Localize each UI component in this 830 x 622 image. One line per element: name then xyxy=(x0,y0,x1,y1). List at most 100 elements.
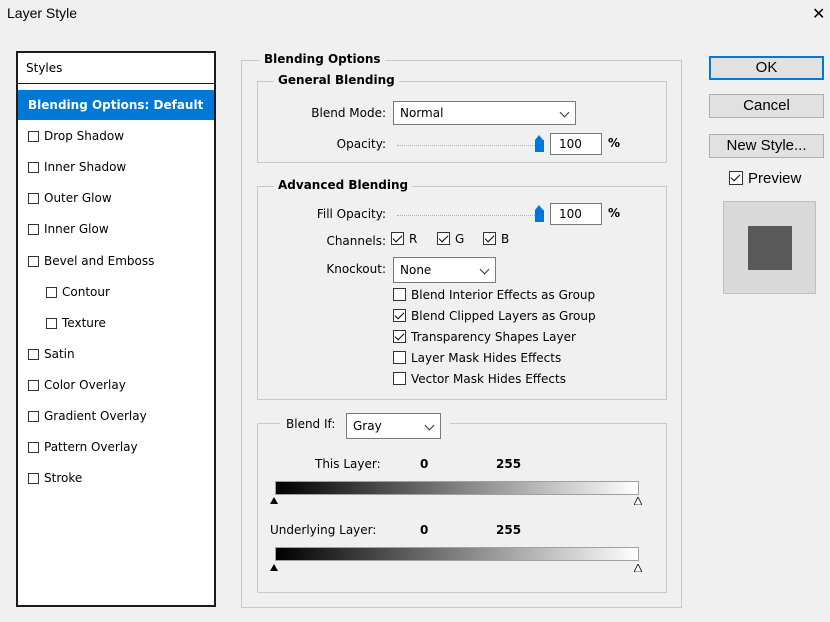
underlying-layer-black-thumb[interactable] xyxy=(270,564,278,571)
blending-options-title: Blending Options xyxy=(260,52,385,66)
style-item-satin[interactable]: Satin xyxy=(18,339,214,369)
this-layer-white-thumb[interactable] xyxy=(634,497,642,505)
style-item-blending-options-default[interactable]: Blending Options: Default xyxy=(18,90,214,120)
this-layer-black-thumb[interactable] xyxy=(270,497,278,504)
knockout-label: Knockout: xyxy=(326,262,386,276)
preview-checkbox[interactable]: Preview xyxy=(729,170,801,187)
fill-opacity-slider-track[interactable] xyxy=(397,215,543,216)
style-item-label: Inner Glow xyxy=(44,222,109,237)
style-item-bevel-and-emboss[interactable]: Bevel and Emboss xyxy=(18,246,214,276)
blend-mode-value: Normal xyxy=(400,106,444,120)
underlying-layer-gradient xyxy=(275,547,639,561)
option-layer-mask-hides-effects[interactable]: Layer Mask Hides Effects xyxy=(393,351,561,365)
style-item-label: Color Overlay xyxy=(44,377,126,392)
checkbox-icon[interactable] xyxy=(28,473,39,485)
advanced-blending-title: Advanced Blending xyxy=(274,178,413,192)
checkbox-icon[interactable] xyxy=(28,255,39,267)
blend-if-label: Blend If: xyxy=(286,417,336,431)
checkbox-icon[interactable] xyxy=(28,224,39,236)
this-layer-min: 0 xyxy=(420,457,429,471)
opacity-slider-track[interactable] xyxy=(397,145,543,146)
chevron-down-icon xyxy=(424,420,435,431)
fill-opacity-slider-thumb[interactable] xyxy=(535,205,544,222)
option-blend-interior-effects-as-group[interactable]: Blend Interior Effects as Group xyxy=(393,288,595,302)
new-style-button[interactable]: New Style... xyxy=(709,134,824,158)
style-item-color-overlay[interactable]: Color Overlay xyxy=(18,370,214,400)
option-blend-clipped-layers-as-group[interactable]: Blend Clipped Layers as Group xyxy=(393,309,596,323)
checkbox-icon xyxy=(393,351,406,364)
style-item-contour[interactable]: Contour xyxy=(18,277,214,307)
style-item-stroke[interactable]: Stroke xyxy=(18,463,214,493)
blend-if-group xyxy=(257,423,667,593)
ok-button[interactable]: OK xyxy=(709,56,824,80)
dialog-title: Layer Style xyxy=(7,5,78,21)
blend-if-select[interactable]: Gray xyxy=(346,413,441,439)
channel-g-label: G xyxy=(455,232,465,246)
preview-swatch xyxy=(748,226,792,270)
preview-label: Preview xyxy=(748,170,802,187)
option-transparency-shapes-layer[interactable]: Transparency Shapes Layer xyxy=(393,330,576,344)
cancel-button[interactable]: Cancel xyxy=(709,94,824,118)
channel-b-label: B xyxy=(501,232,510,246)
style-item-label: Contour xyxy=(62,284,110,299)
knockout-value: None xyxy=(400,263,432,277)
style-item-label: Stroke xyxy=(44,471,83,486)
style-item-pattern-overlay[interactable]: Pattern Overlay xyxy=(18,432,214,462)
checkbox-icon[interactable] xyxy=(46,286,57,298)
opacity-label: Opacity: xyxy=(336,137,386,151)
checkbox-icon xyxy=(393,372,406,385)
general-blending-title: General Blending xyxy=(274,73,399,87)
checkbox-icon[interactable] xyxy=(28,131,39,143)
close-icon[interactable]: ✕ xyxy=(812,4,825,23)
style-item-texture[interactable]: Texture xyxy=(18,308,214,338)
checkbox-checked-icon xyxy=(729,171,743,185)
underlying-layer-label: Underlying Layer: xyxy=(270,523,377,537)
fill-opacity-unit: % xyxy=(608,206,621,220)
checkbox-icon[interactable] xyxy=(28,411,39,422)
fill-opacity-label: Fill Opacity: xyxy=(316,207,386,221)
checkbox-icon[interactable] xyxy=(28,379,39,391)
styles-header[interactable]: Styles xyxy=(18,53,214,84)
style-item-label: Pattern Overlay xyxy=(44,440,138,455)
style-item-label: Gradient Overlay xyxy=(44,409,147,423)
knockout-select[interactable]: None xyxy=(393,257,496,283)
this-layer-max: 255 xyxy=(496,457,522,471)
underlying-layer-white-thumb[interactable] xyxy=(634,564,642,572)
style-item-inner-shadow[interactable]: Inner Shadow xyxy=(18,152,214,182)
style-item-label: Texture xyxy=(62,315,106,330)
option-label: Layer Mask Hides Effects xyxy=(411,351,562,365)
checkbox-icon xyxy=(393,288,406,301)
channel-g-checkbox[interactable]: G xyxy=(437,232,464,246)
underlying-layer-max: 255 xyxy=(496,523,522,537)
option-label: Vector Mask Hides Effects xyxy=(411,372,566,386)
this-layer-label: This Layer: xyxy=(315,457,381,471)
checkbox-icon[interactable] xyxy=(28,442,39,454)
style-item-drop-shadow[interactable]: Drop Shadow xyxy=(18,121,214,151)
blend-mode-select[interactable]: Normal xyxy=(393,101,576,125)
option-label: Blend Clipped Layers as Group xyxy=(411,309,596,323)
channel-r-label: R xyxy=(409,232,418,246)
style-item-label: Blending Options: Default xyxy=(28,98,204,112)
style-item-label: Drop Shadow xyxy=(44,129,125,144)
checkbox-checked-icon xyxy=(393,309,406,322)
opacity-unit: % xyxy=(608,136,621,150)
style-item-label: Inner Shadow xyxy=(44,160,127,175)
style-item-inner-glow[interactable]: Inner Glow xyxy=(18,214,214,244)
checkbox-checked-icon xyxy=(437,232,450,245)
option-vector-mask-hides-effects[interactable]: Vector Mask Hides Effects xyxy=(393,372,566,386)
style-item-gradient-overlay[interactable]: Gradient Overlay xyxy=(18,401,214,431)
style-item-outer-glow[interactable]: Outer Glow xyxy=(18,183,214,213)
preview-thumbnail xyxy=(723,201,816,294)
channels-label: Channels: xyxy=(326,234,386,248)
channel-b-checkbox[interactable]: B xyxy=(483,232,509,246)
opacity-slider-thumb[interactable] xyxy=(535,135,544,152)
fill-opacity-input[interactable]: 100 xyxy=(550,203,602,225)
checkbox-icon[interactable] xyxy=(46,317,57,329)
checkbox-icon[interactable] xyxy=(28,162,39,174)
checkbox-icon[interactable] xyxy=(28,193,39,205)
opacity-input[interactable]: 100 xyxy=(550,133,602,155)
checkbox-icon[interactable] xyxy=(28,348,39,360)
style-item-label: Outer Glow xyxy=(44,191,112,206)
channel-r-checkbox[interactable]: R xyxy=(391,232,417,246)
style-item-label: Satin xyxy=(44,346,75,361)
